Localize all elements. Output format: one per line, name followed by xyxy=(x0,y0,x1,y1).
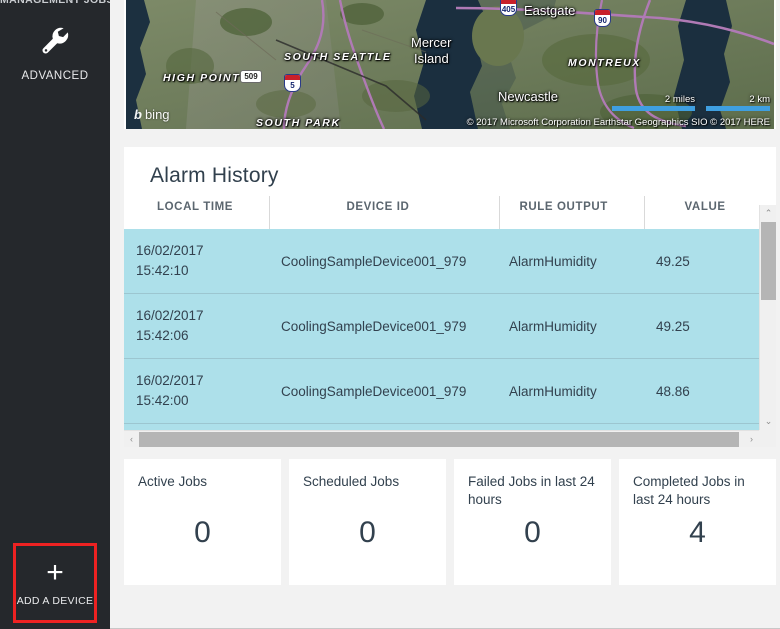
map-scale-miles: 2 miles xyxy=(612,94,695,111)
route-shield-405-label: 405 xyxy=(501,5,516,14)
alarm-history-table: LOCAL TIME DEVICE ID RULE OUTPUT VALUE 1… xyxy=(124,196,769,447)
cell-time: 15:42:06 xyxy=(136,328,189,343)
cell-device-id: CoolingSampleDevice001_979 xyxy=(269,293,499,359)
map-scale-miles-label: 2 miles xyxy=(664,94,695,105)
bing-map[interactable]: HIGH POINT SOUTH SEATTLE SOUTH PARK MONT… xyxy=(126,0,774,129)
cell-date: 16/02/2017 xyxy=(136,308,204,323)
map-attribution: © 2017 Microsoft Corporation Earthstar G… xyxy=(466,117,770,128)
map-scale-km-label: 2 km xyxy=(749,94,770,105)
cell-date: 16/02/2017 xyxy=(136,243,204,258)
column-header-local-time[interactable]: LOCAL TIME xyxy=(124,196,269,229)
route-shield-5-label: 5 xyxy=(290,81,295,90)
add-a-device-label: ADD A DEVICE xyxy=(16,594,94,607)
jobs-summary-tiles: Active Jobs 0 Scheduled Jobs 0 Failed Jo… xyxy=(124,459,776,585)
tile-completed-jobs-label: Completed Jobs in last 24 hours xyxy=(633,474,745,507)
cell-date: 16/02/2017 xyxy=(136,373,204,388)
table-row[interactable]: 16/02/2017 15:42:00 CoolingSampleDevice0… xyxy=(124,358,769,424)
alarm-history-table-wrap: LOCAL TIME DEVICE ID RULE OUTPUT VALUE 1… xyxy=(124,196,776,447)
tile-active-jobs-value: 0 xyxy=(194,516,211,549)
table-vertical-scrollbar[interactable]: ⌃ ⌄ xyxy=(759,205,776,430)
wrench-icon xyxy=(36,22,74,60)
tile-active-jobs-label: Active Jobs xyxy=(138,474,208,489)
scroll-right-arrow-icon[interactable]: › xyxy=(744,431,759,447)
tile-scheduled-jobs-value: 0 xyxy=(359,516,376,549)
add-a-device-button[interactable]: + ADD A DEVICE xyxy=(13,543,97,623)
cell-value: 48.86 xyxy=(644,358,769,424)
tile-failed-jobs-label: Failed Jobs in last 24 hours xyxy=(468,474,595,507)
cell-value: 49.25 xyxy=(644,293,769,359)
main-content: HIGH POINT SOUTH SEATTLE SOUTH PARK MONT… xyxy=(110,0,780,629)
route-shield-405-icon: 405 xyxy=(500,0,517,16)
scroll-up-arrow-icon[interactable]: ⌃ xyxy=(760,205,776,222)
route-shield-5-icon: 5 xyxy=(284,74,301,92)
table-horizontal-scrollbar[interactable]: ‹ › xyxy=(124,430,759,447)
bing-mark-icon: b xyxy=(134,107,142,122)
table-header-row: LOCAL TIME DEVICE ID RULE OUTPUT VALUE xyxy=(124,196,769,229)
scroll-left-arrow-icon[interactable]: ‹ xyxy=(124,431,139,447)
cell-time: 15:42:00 xyxy=(136,393,189,408)
horizontal-scroll-thumb[interactable] xyxy=(139,432,739,447)
column-header-value[interactable]: VALUE xyxy=(643,196,769,229)
alarm-history-panel: Alarm History LOCAL TIME DEVICE ID RULE … xyxy=(124,147,776,447)
route-shield-509-icon: 509 xyxy=(240,70,262,83)
table-row[interactable]: 16/02/2017 15:42:06 CoolingSampleDevice0… xyxy=(124,293,769,359)
cell-value: 49.25 xyxy=(644,229,769,294)
column-header-device-id[interactable]: DEVICE ID xyxy=(268,196,499,229)
cell-local-time: 16/02/2017 15:42:00 xyxy=(124,358,269,424)
app-root: MANAGEMENT JOBS ADVANCED + ADD A DEVICE xyxy=(0,0,780,629)
tile-completed-jobs-value: 4 xyxy=(689,516,706,549)
cell-device-id: CoolingSampleDevice001_979 xyxy=(269,229,499,294)
vertical-scroll-thumb[interactable] xyxy=(761,222,776,300)
sidebar-item-advanced[interactable]: ADVANCED xyxy=(0,6,110,96)
cell-time: 15:42:10 xyxy=(136,263,189,278)
route-shield-90-icon: 90 xyxy=(594,9,611,27)
map-scale-km-bar xyxy=(706,106,770,111)
plus-icon: + xyxy=(46,555,64,589)
cell-device-id: CoolingSampleDevice001_979 xyxy=(269,358,499,424)
tile-scheduled-jobs[interactable]: Scheduled Jobs 0 xyxy=(289,459,446,585)
map-panel: HIGH POINT SOUTH SEATTLE SOUTH PARK MONT… xyxy=(124,0,776,129)
cell-local-time: 16/02/2017 15:42:06 xyxy=(124,293,269,359)
tile-failed-jobs[interactable]: Failed Jobs in last 24 hours 0 xyxy=(454,459,611,585)
tile-failed-jobs-value: 0 xyxy=(524,516,541,549)
table-row[interactable]: 16/02/2017 15:42:10 CoolingSampleDevice0… xyxy=(124,229,769,294)
tile-completed-jobs[interactable]: Completed Jobs in last 24 hours 4 xyxy=(619,459,776,585)
cell-rule-output: AlarmHumidity xyxy=(499,293,644,359)
bing-logo[interactable]: b bing xyxy=(134,108,170,121)
left-sidebar: MANAGEMENT JOBS ADVANCED + ADD A DEVICE xyxy=(0,0,110,629)
cell-rule-output: AlarmHumidity xyxy=(499,229,644,294)
scrollbar-corner xyxy=(759,430,776,447)
map-scale-km: 2 km xyxy=(706,94,770,111)
scroll-down-arrow-icon[interactable]: ⌄ xyxy=(760,413,776,430)
tile-scheduled-jobs-label: Scheduled Jobs xyxy=(303,474,400,489)
map-scale-miles-bar xyxy=(612,106,695,111)
route-shield-90-label: 90 xyxy=(598,16,607,25)
alarm-history-title: Alarm History xyxy=(150,164,279,187)
bing-logo-label: bing xyxy=(144,107,170,122)
column-header-rule-output[interactable]: RULE OUTPUT xyxy=(498,196,644,229)
cell-local-time: 16/02/2017 15:42:10 xyxy=(124,229,269,294)
cell-rule-output: AlarmHumidity xyxy=(499,358,644,424)
tile-active-jobs[interactable]: Active Jobs 0 xyxy=(124,459,281,585)
sidebar-item-advanced-label: ADVANCED xyxy=(21,70,89,82)
